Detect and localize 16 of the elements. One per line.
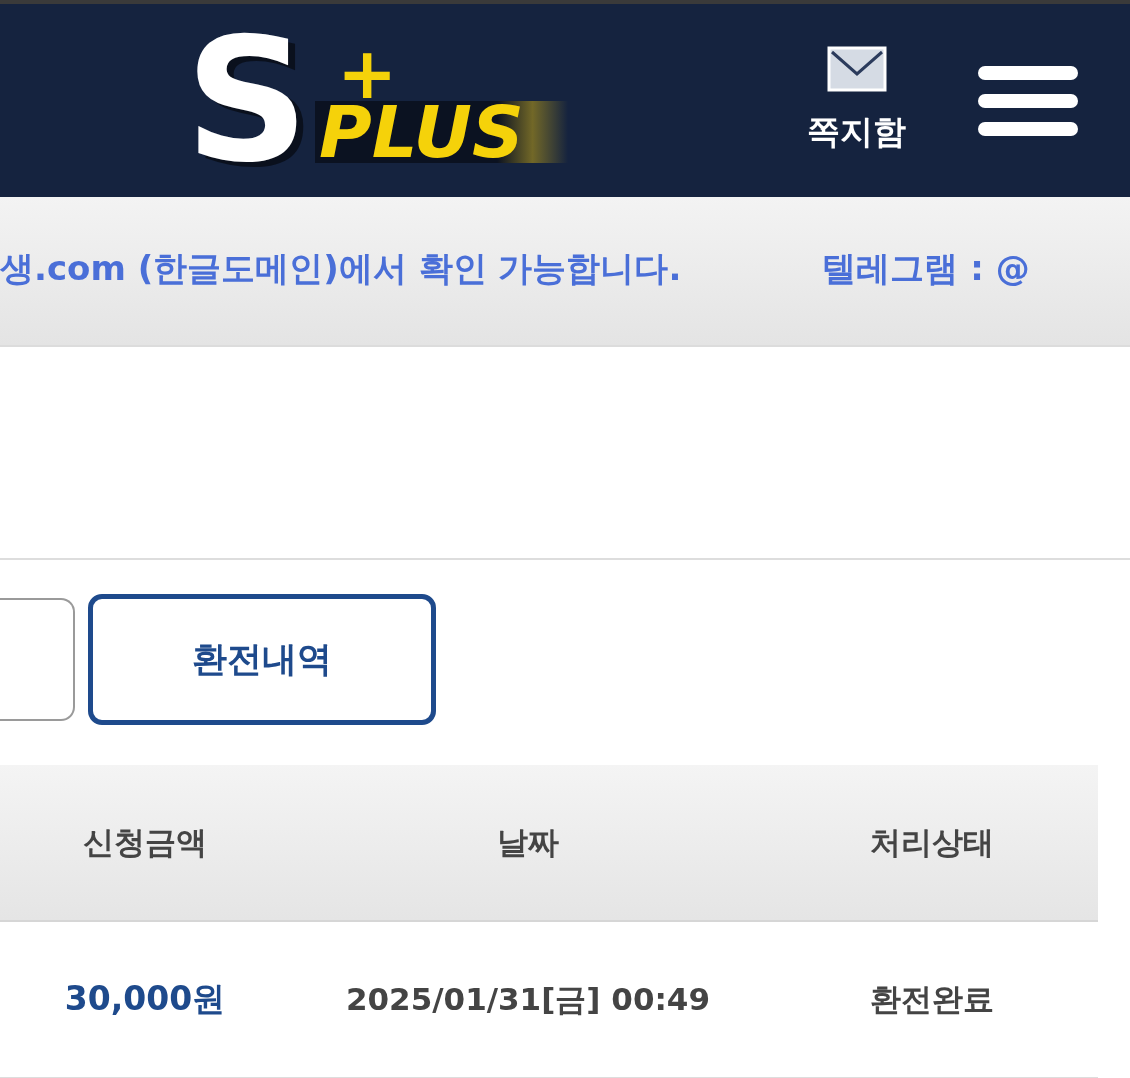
column-header: 처리상태 xyxy=(870,822,994,862)
logo-letter: S xyxy=(185,34,307,167)
tab[interactable] xyxy=(0,598,75,721)
logo-plus-sign: + xyxy=(336,44,398,101)
logo-wordmark: PLUS xyxy=(314,100,568,163)
notice-text: 텔레그램 : @ xyxy=(822,247,1030,290)
messages-button[interactable]: 쪽지함 xyxy=(807,46,906,155)
status-cell-text: 환전완료 xyxy=(870,979,994,1019)
menu-icon[interactable] xyxy=(978,65,1078,136)
envelope-icon xyxy=(826,46,887,92)
notice-text: 생.com (한글도메인)에서 확인 가능합니다. xyxy=(0,247,682,290)
tab[interactable]: 환전내역 xyxy=(88,594,436,725)
column-header: 날짜 xyxy=(497,822,559,862)
date-cell-text: 2025/01/31[금] 00:49 xyxy=(346,979,710,1019)
column-header: 신청금액 xyxy=(83,822,207,862)
amount-cell-text: 30,000원 xyxy=(64,978,226,1020)
